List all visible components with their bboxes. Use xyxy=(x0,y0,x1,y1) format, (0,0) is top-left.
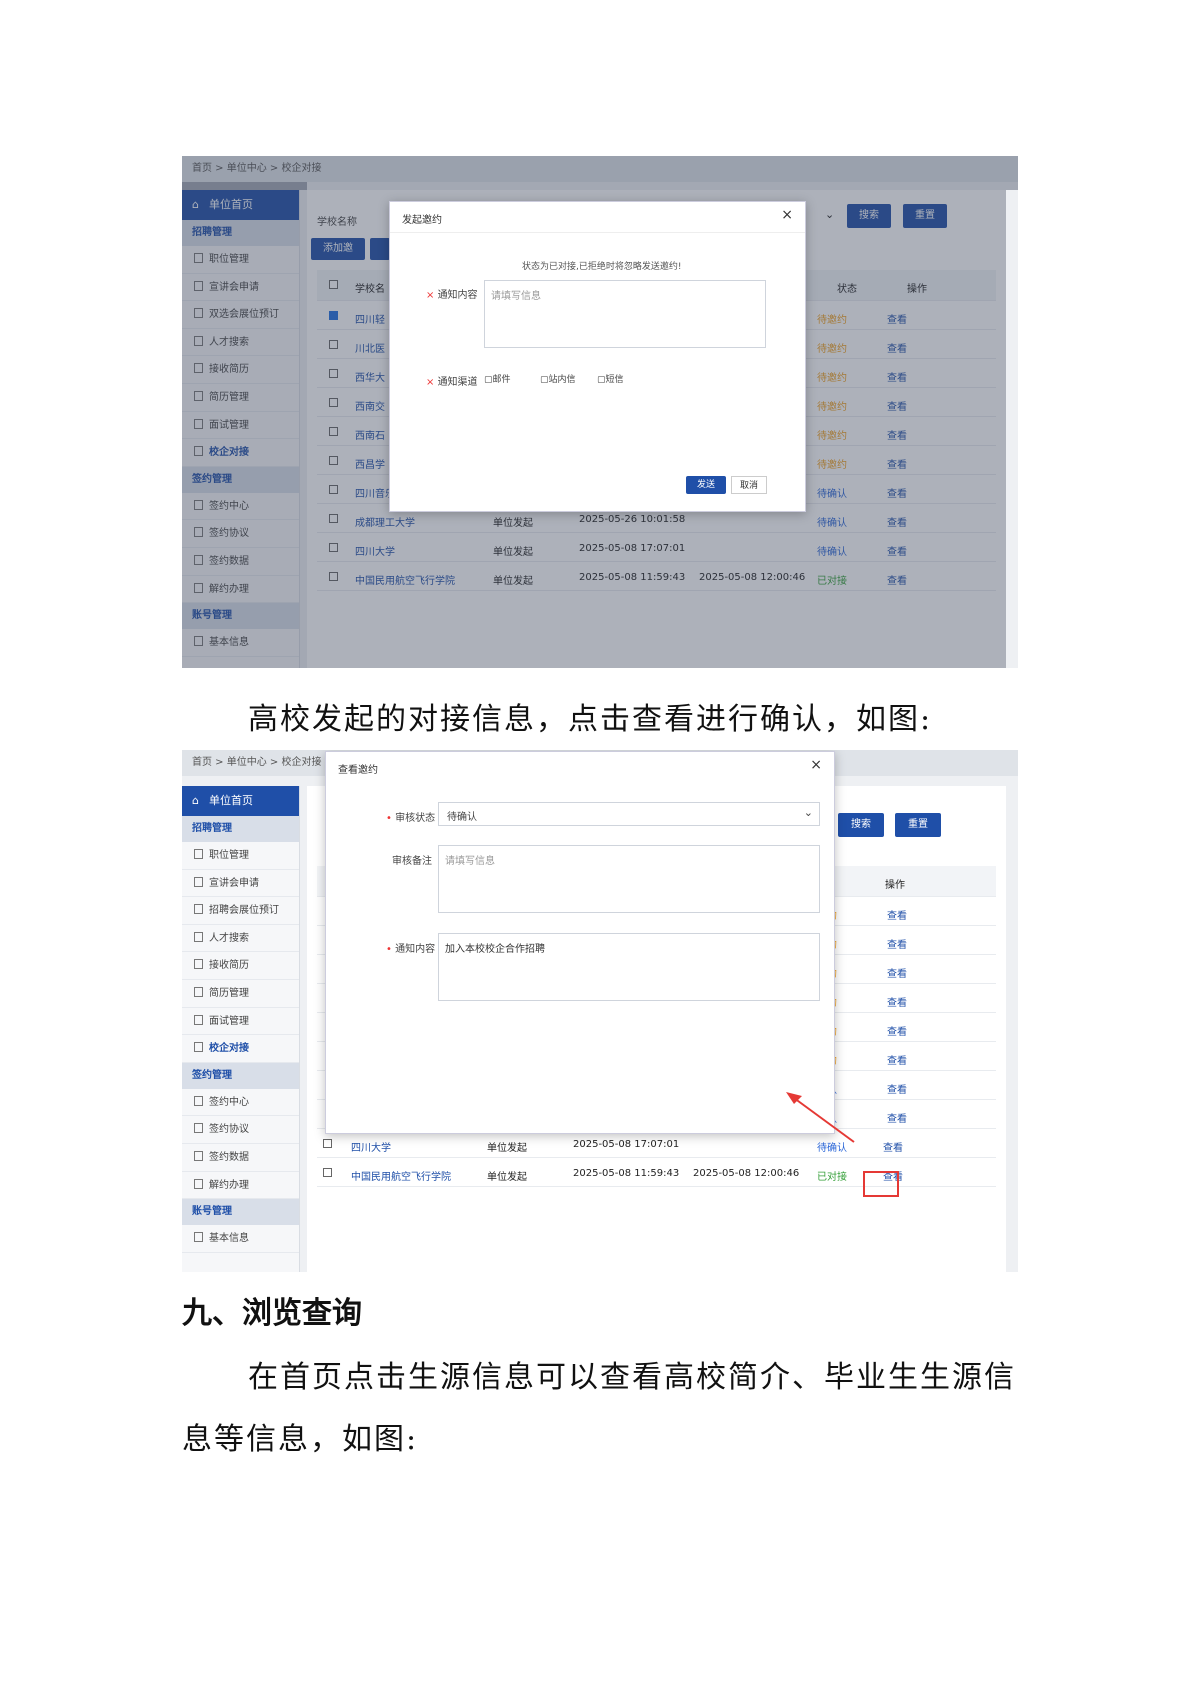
sidebar-item-sign-center[interactable]: 签约中心 xyxy=(182,1089,299,1117)
notice-content-label: • 通知内容 xyxy=(386,944,436,955)
sidebar-item-sign-data[interactable]: 签约数据 xyxy=(182,1144,299,1172)
school-name[interactable]: 四川大学 xyxy=(351,1139,391,1154)
sidebar-backdrop xyxy=(182,182,307,668)
sidebar-group-recruit[interactable]: 招聘管理 xyxy=(182,816,299,842)
reset-button[interactable]: 重置 xyxy=(895,813,941,837)
review-status-label: • 审核状态 xyxy=(386,813,436,824)
status-badge: 已对接 xyxy=(817,1172,847,1183)
cancel-button[interactable]: 取消 xyxy=(731,476,767,494)
doc-icon xyxy=(194,986,203,997)
invite-modal: 发起邀约 × 状态为已对接,已拒绝时将忽略发送邀约! × 通知内容 请填写信息 … xyxy=(389,201,806,512)
sidebar-home[interactable]: ⌂ 单位首页 xyxy=(182,786,299,816)
review-status-select[interactable]: 待确认 ⌄ xyxy=(438,802,820,826)
sidebar-item-booth[interactable]: 招聘会展位预订 xyxy=(182,897,299,925)
modal-title: 发起邀约 xyxy=(402,215,442,226)
notice-content-textarea[interactable]: 加入本校校企合作招聘 xyxy=(438,933,820,1001)
sidebar-item-sign-agreement[interactable]: 签约协议 xyxy=(182,1116,299,1144)
doc-icon xyxy=(194,931,203,942)
row-checkbox[interactable] xyxy=(323,1139,332,1148)
screenshot-view-dialog: 首页 > 单位中心 > 校企对接 ⌂ 单位首页 招聘管理 职位管理 宣讲会申请 招… xyxy=(182,750,1018,1272)
sidebar: ⌂ 单位首页 招聘管理 职位管理 宣讲会申请 招聘会展位预订 人才搜索 接收简历 … xyxy=(182,786,300,1272)
paragraph-2-line-2: 息等信息，如图: xyxy=(182,1422,419,1457)
initiator: 单位发起 xyxy=(487,1172,527,1183)
view-link[interactable]: 查看 xyxy=(887,1052,907,1067)
close-icon[interactable]: × xyxy=(781,207,793,223)
section-heading: 九、浏览查询 xyxy=(182,1296,362,1331)
sidebar-item-resume[interactable]: 简历管理 xyxy=(182,980,299,1008)
channel-label: × 通知渠道 xyxy=(426,377,478,388)
highlight-box xyxy=(863,1171,899,1197)
search-button[interactable]: 搜索 xyxy=(838,813,884,837)
doc-icon xyxy=(194,1232,203,1243)
connected-time: 2025-05-08 12:00:46 xyxy=(693,1168,800,1179)
view-link[interactable]: 查看 xyxy=(883,1139,903,1154)
close-icon[interactable]: × xyxy=(810,757,822,773)
sidebar-item-talent[interactable]: 人才搜索 xyxy=(182,925,299,953)
content-label: × 通知内容 xyxy=(426,290,478,301)
view-link[interactable]: 查看 xyxy=(887,1110,907,1125)
header-backdrop xyxy=(182,156,1018,190)
view-link[interactable]: 查看 xyxy=(887,1081,907,1096)
paragraph-2-line-1: 在首页点击生源信息可以查看高校简介、毕业生生源信 xyxy=(248,1360,1016,1395)
sidebar-item-basic-info[interactable]: 基本信息 xyxy=(182,1225,299,1253)
initiator: 单位发起 xyxy=(487,1143,527,1154)
doc-icon xyxy=(194,1014,203,1025)
view-link[interactable]: 查看 xyxy=(887,965,907,980)
modal-title: 查看邀约 xyxy=(338,765,378,776)
home-icon: ⌂ xyxy=(192,794,199,807)
sidebar-group-sign[interactable]: 签约管理 xyxy=(182,1062,299,1089)
channel-email-checkbox[interactable]: ▢邮件 xyxy=(484,372,511,385)
sidebar-item-position[interactable]: 职位管理 xyxy=(182,842,299,870)
doc-icon xyxy=(194,876,203,887)
initiated-time: 2025-05-08 17:07:01 xyxy=(573,1139,680,1150)
notice-text: 状态为已对接,已拒绝时将忽略发送邀约! xyxy=(522,262,682,272)
screenshot-invite-dialog: 首页 > 单位中心 > 校企对接 ⌂ 单位首页 招聘管理 职位管理 宣讲会申请 双… xyxy=(182,156,1018,668)
doc-icon xyxy=(194,1123,203,1134)
view-link[interactable]: 查看 xyxy=(887,936,907,951)
doc-icon xyxy=(194,904,203,915)
sidebar-item-interview[interactable]: 面试管理 xyxy=(182,1008,299,1036)
doc-icon xyxy=(194,1178,203,1189)
view-link[interactable]: 查看 xyxy=(887,1023,907,1038)
content-textarea[interactable]: 请填写信息 xyxy=(484,280,766,348)
channel-sms-checkbox[interactable]: ▢短信 xyxy=(597,372,624,385)
red-arrow-icon xyxy=(786,1092,855,1143)
doc-icon xyxy=(194,849,203,859)
doc-icon xyxy=(194,1095,203,1106)
divider xyxy=(390,232,805,233)
doc-icon xyxy=(194,1150,203,1161)
sidebar-item-school-enterprise[interactable]: 校企对接 xyxy=(182,1035,299,1063)
sidebar-item-seminar[interactable]: 宣讲会申请 xyxy=(182,870,299,898)
view-link[interactable]: 查看 xyxy=(887,907,907,922)
view-link[interactable]: 查看 xyxy=(887,994,907,1009)
initiated-time: 2025-05-08 11:59:43 xyxy=(573,1168,680,1179)
sidebar-item-terminate[interactable]: 解约办理 xyxy=(182,1172,299,1200)
paragraph-1: 高校发起的对接信息，点击查看进行确认，如图: xyxy=(248,702,933,737)
school-name[interactable]: 中国民用航空飞行学院 xyxy=(351,1168,451,1183)
send-button[interactable]: 发送 xyxy=(686,476,726,494)
channel-inbox-checkbox[interactable]: ▢站内信 xyxy=(540,372,576,385)
chevron-down-icon: ⌄ xyxy=(803,806,813,819)
view-invite-modal: 查看邀约 × • 审核状态 待确认 ⌄ 审核备注 请填写信息 • 通知内容 加入… xyxy=(325,751,835,1134)
sidebar-item-receive[interactable]: 接收简历 xyxy=(182,952,299,980)
doc-icon xyxy=(194,959,203,970)
review-note-textarea[interactable]: 请填写信息 xyxy=(438,845,820,913)
sidebar-group-account[interactable]: 账号管理 xyxy=(182,1199,299,1226)
doc-icon xyxy=(194,1042,203,1053)
row-checkbox[interactable] xyxy=(323,1168,332,1177)
review-note-label: 审核备注 xyxy=(392,856,432,867)
